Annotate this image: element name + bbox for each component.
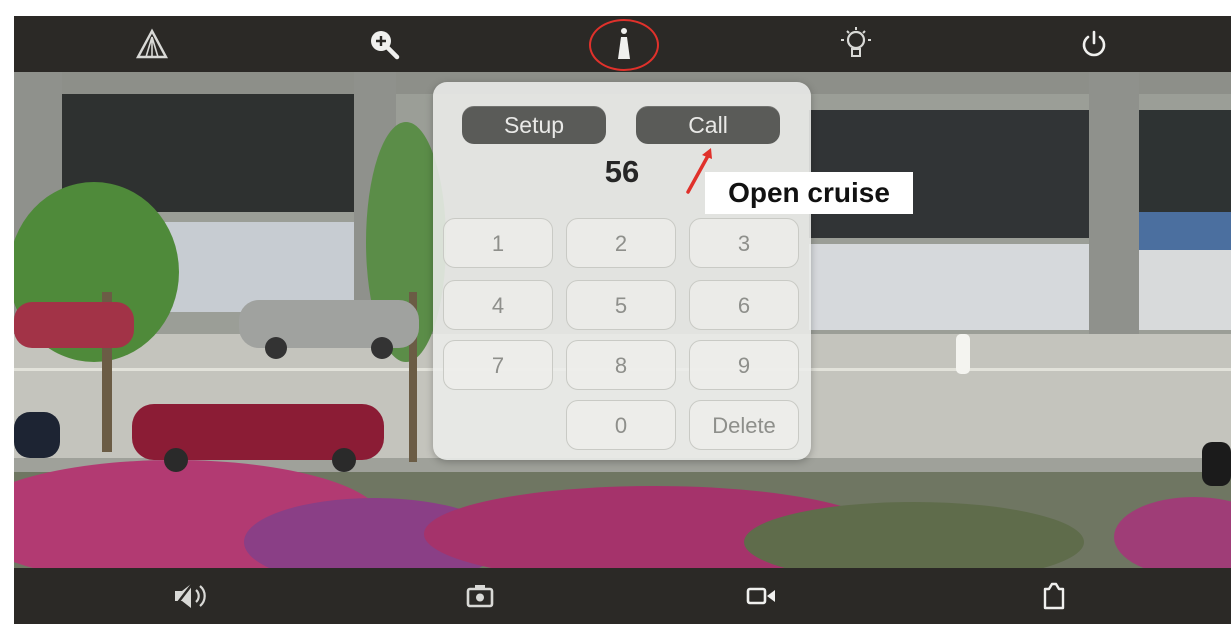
key-9[interactable]: 9	[689, 340, 799, 390]
key-0[interactable]: 0	[566, 400, 676, 450]
key-5[interactable]: 5	[566, 280, 676, 330]
bottom-toolbar	[14, 568, 1231, 624]
highlight-ring	[589, 19, 659, 71]
rotate-icon[interactable]	[1032, 576, 1076, 616]
light-bulb-icon[interactable]	[834, 24, 878, 64]
preset-keypad-panel: Setup Call 56 1 2 3 4 5 6 7 8 9 0 Delete	[433, 82, 811, 460]
key-2[interactable]: 2	[566, 218, 676, 268]
top-toolbar	[14, 16, 1231, 72]
key-1[interactable]: 1	[443, 218, 553, 268]
annotation-label: Open cruise	[705, 172, 913, 214]
live-view-frame: Setup Call 56 1 2 3 4 5 6 7 8 9 0 Delete…	[14, 16, 1231, 624]
power-icon[interactable]	[1072, 24, 1116, 64]
speaker-icon[interactable]	[170, 576, 214, 616]
setup-button[interactable]: Setup	[462, 106, 606, 144]
record-icon[interactable]	[740, 576, 784, 616]
call-button[interactable]: Call	[636, 106, 780, 144]
delete-button[interactable]: Delete	[689, 400, 799, 450]
zoom-in-icon[interactable]	[362, 24, 406, 64]
key-4[interactable]: 4	[443, 280, 553, 330]
key-7[interactable]: 7	[443, 340, 553, 390]
key-3[interactable]: 3	[689, 218, 799, 268]
warning-triangle-icon[interactable]	[130, 24, 174, 64]
preset-number-display: 56	[604, 154, 640, 189]
snapshot-icon[interactable]	[458, 576, 502, 616]
key-6[interactable]: 6	[689, 280, 799, 330]
key-8[interactable]: 8	[566, 340, 676, 390]
